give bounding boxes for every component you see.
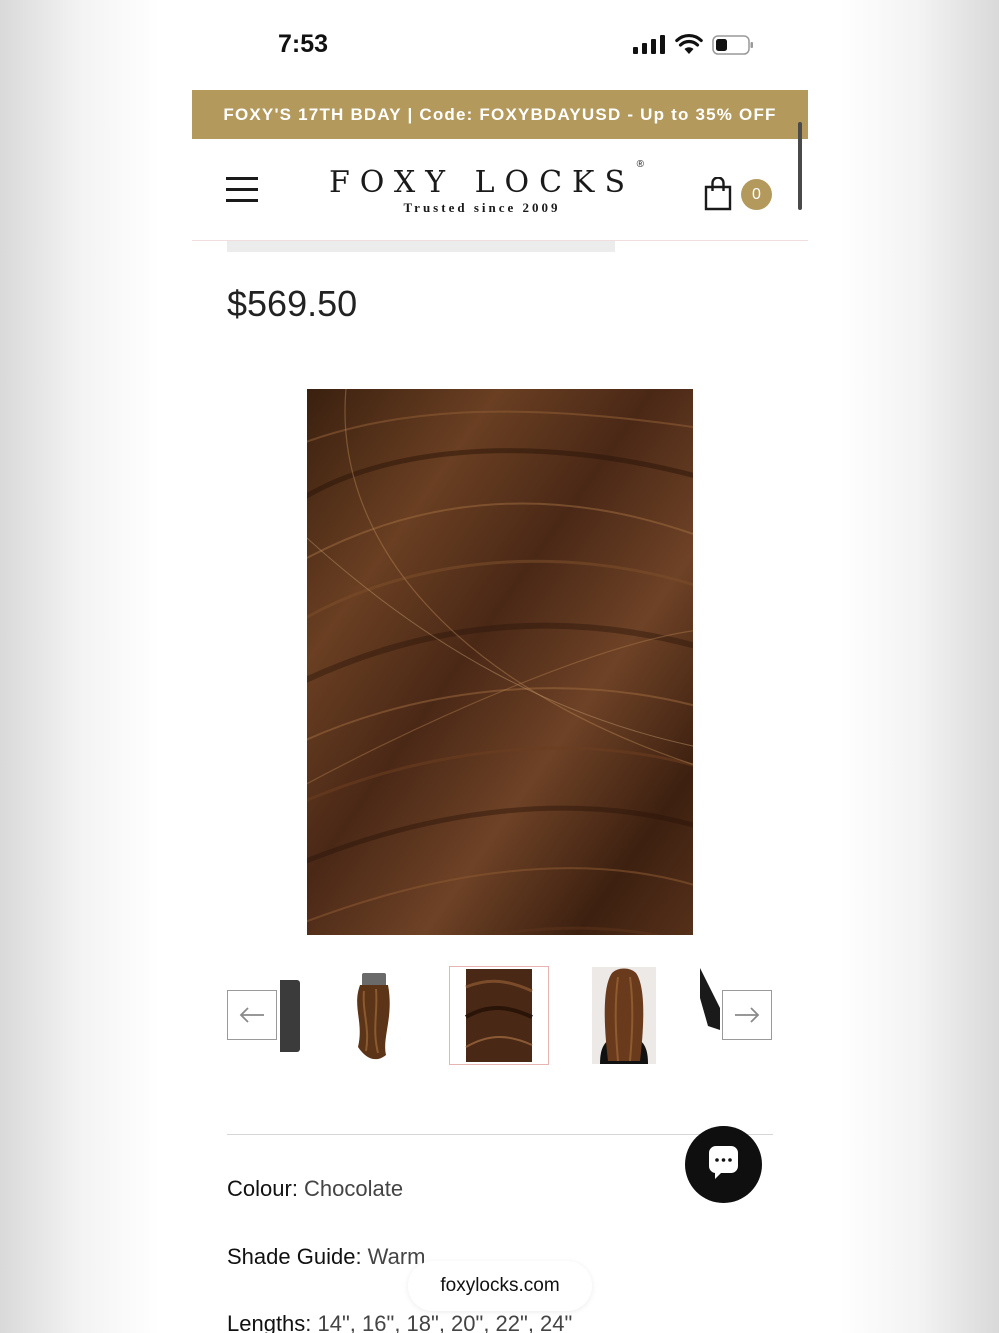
cart-count-badge[interactable]: 0 (741, 179, 772, 210)
attribute-separator: : (291, 1176, 305, 1201)
chat-bubble-icon (708, 1146, 738, 1179)
logo-brand: FOXY LOCKS (328, 165, 635, 200)
thumbnail-partial-left[interactable] (280, 980, 300, 1052)
logo[interactable]: FOXY LOCKS Trusted since 2009 ® (302, 159, 662, 216)
carousel-next-button[interactable] (722, 990, 772, 1040)
phone-screen: 7:53 FOXY'S 17TH BDAY | Code: FOXYBDAYUS… (192, 0, 808, 1333)
thumbnail-hair-swatch[interactable] (449, 966, 549, 1065)
chat-button[interactable] (685, 1126, 762, 1203)
cellular-signal-icon (633, 35, 665, 54)
attribute-value: Chocolate (304, 1176, 404, 1201)
main-product-image[interactable] (307, 389, 693, 935)
attribute-colour: Colour: Chocolate (227, 1176, 403, 1202)
wifi-icon (675, 33, 703, 54)
browser-url-bar[interactable]: foxylocks.com (408, 1261, 592, 1311)
attribute-separator: : (305, 1311, 318, 1333)
promo-banner[interactable]: FOXY'S 17TH BDAY | Code: FOXYBDAYUSD - U… (192, 90, 808, 139)
attribute-value: 14", 16", 18", 20", 22", 24" (317, 1311, 573, 1333)
attribute-shade-guide: Shade Guide: Warm (227, 1244, 426, 1270)
thumbnail-clip-in-wefts[interactable] (342, 967, 406, 1064)
thumbnail-partial-right[interactable] (700, 968, 720, 1030)
battery-icon (712, 35, 753, 55)
shopping-bag-icon[interactable] (704, 177, 732, 211)
attribute-lengths: Lengths: 14", 16", 18", 20", 22", 24" (227, 1311, 572, 1333)
carousel-prev-button[interactable] (227, 990, 277, 1040)
scrollbar[interactable] (798, 122, 802, 210)
attribute-label: Lengths (227, 1311, 306, 1333)
status-time: 7:53 (278, 30, 329, 58)
product-price: $569.50 (227, 283, 358, 324)
logo-tagline: Trusted since 2009 (403, 200, 561, 215)
arrow-left-icon (239, 1007, 264, 1023)
arrow-right-icon (735, 1007, 760, 1023)
menu-icon[interactable] (226, 177, 258, 203)
status-bar: 7:53 (192, 0, 808, 90)
content-placeholder-bar (227, 241, 615, 252)
attribute-label: Shade Guide (227, 1244, 356, 1269)
attribute-label: Colour (227, 1176, 292, 1201)
thumbnail-model-back-view[interactable] (592, 967, 656, 1064)
attribute-separator: : (355, 1244, 368, 1269)
registered-mark: ® (636, 159, 644, 170)
site-header: FOXY LOCKS Trusted since 2009 ® 0 (192, 139, 808, 241)
